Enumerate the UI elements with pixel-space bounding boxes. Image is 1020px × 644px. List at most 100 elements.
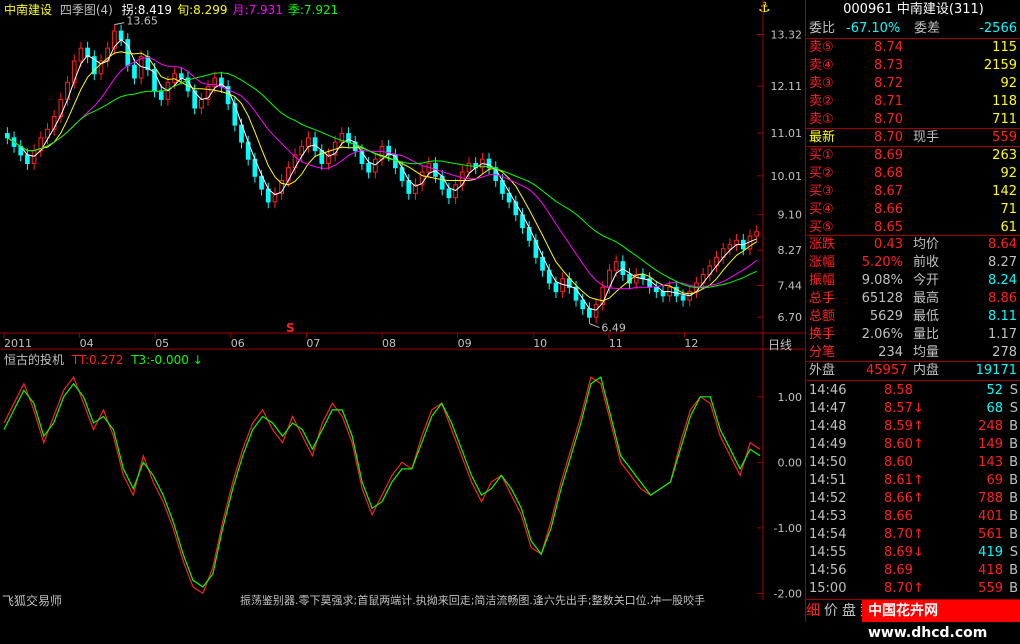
- latest-row: 最新 8.70 现手 559: [806, 129, 1020, 146]
- stat-label: 量比: [913, 327, 940, 342]
- watermark: 中国花卉网 www.dhcd.com: [862, 600, 1020, 641]
- stat-value: 8.27: [988, 255, 1017, 270]
- tick-time: 15:00: [809, 581, 847, 596]
- candle-body: [178, 73, 184, 79]
- tick-price: 8.60↑: [884, 437, 924, 452]
- candle-body: [727, 244, 733, 250]
- tick-side: B: [1009, 509, 1018, 524]
- buy-volume: 61: [1000, 220, 1017, 235]
- price-axis-label: 12.11: [771, 80, 803, 93]
- buy-row: 买① 8.69 263: [806, 147, 1020, 164]
- tick-row: 14:53 8.66 401 B: [806, 508, 1020, 526]
- sell-volume: 2159: [983, 58, 1017, 73]
- inner-label: 内盘: [913, 363, 940, 378]
- tick-time: 14:50: [809, 455, 847, 470]
- sell-row: 卖② 8.71 118: [806, 93, 1020, 110]
- s-marker: S: [286, 321, 295, 335]
- candle-body: [25, 154, 30, 164]
- sell-level-label: 卖③: [809, 76, 834, 91]
- tick-volume: 68: [986, 401, 1003, 416]
- buy-level-label: 买②: [809, 166, 834, 181]
- tick-price: 8.69↓: [884, 545, 924, 560]
- tick-price: 8.57↓: [884, 401, 924, 416]
- month-label: 07: [306, 337, 320, 350]
- inner-value: 19171: [975, 363, 1017, 378]
- ma-line-xun: [7, 51, 757, 302]
- ma-line-short: [7, 38, 757, 311]
- tick-volume: 559: [978, 581, 1003, 596]
- sell-level-label: 卖④: [809, 58, 834, 73]
- buy-row: 买④ 8.66 71: [806, 201, 1020, 218]
- candle-body: [172, 73, 177, 83]
- outer-inner-row: 外盘 45957 内盘 19171: [806, 362, 1020, 379]
- stat-label: 最高: [913, 291, 940, 306]
- tick-time: 14:49: [809, 437, 847, 452]
- chart-area[interactable]: 中南建设 四季图(4) 拐:8.419 旬:8.299 月:7.931 季:7.921…: [0, 0, 805, 622]
- buy-level-label: 买④: [809, 202, 834, 217]
- candle-body: [118, 30, 124, 41]
- stat-value: 65128: [861, 291, 903, 306]
- tick-volume: 248: [978, 419, 1003, 434]
- candle-body: [158, 90, 164, 100]
- high-annotation-line: [114, 22, 125, 26]
- stat-label: 均价: [913, 237, 940, 252]
- outer-label: 外盘: [809, 363, 836, 378]
- tick-volume: 143: [978, 455, 1003, 470]
- candle-body: [71, 60, 77, 83]
- stat-row: 换手 2.06% 量比 1.17: [806, 326, 1020, 343]
- price-axis-label: 8.27: [778, 244, 803, 257]
- tick-volume: 149: [978, 437, 1003, 452]
- stat-label: 振幅: [809, 273, 836, 288]
- candle-body: [265, 188, 271, 203]
- month-label: 04: [80, 337, 94, 350]
- price-axis-label: 10.01: [771, 170, 803, 183]
- sell-row: 卖④ 8.73 2159: [806, 57, 1020, 74]
- stat-label: 涨幅: [809, 255, 836, 270]
- stat-label: 最低: [913, 309, 940, 324]
- tick-time: 14:48: [809, 419, 847, 434]
- tick-side: S: [1009, 401, 1018, 416]
- candle-body: [653, 286, 659, 293]
- stat-value: 5629: [869, 309, 903, 324]
- price-axis-label: 9.10: [778, 209, 803, 222]
- low-annotation-line: [589, 323, 600, 329]
- tick-side: B: [1009, 419, 1018, 434]
- stat-label: 今开: [913, 273, 940, 288]
- sell-volume: 711: [992, 112, 1017, 127]
- price-axis-label: 6.70: [778, 311, 803, 324]
- buy-level-label: 买③: [809, 184, 834, 199]
- tab-2[interactable]: 盘: [842, 603, 856, 619]
- candle-body: [306, 137, 311, 147]
- ratio-label: 委比: [809, 21, 836, 36]
- stat-label: 前收: [913, 255, 940, 270]
- tick-price: 8.70↑: [884, 527, 924, 542]
- candle-body: [366, 162, 371, 173]
- tt-line: [3, 375, 761, 595]
- buy-row: 买③ 8.67 142: [806, 183, 1020, 200]
- latest-price: 8.70: [874, 130, 903, 145]
- period-daily-label[interactable]: 日线: [768, 336, 792, 353]
- high-annotation: 13.65: [126, 15, 157, 28]
- stat-label: 总手: [809, 291, 836, 306]
- tick-price: 8.58: [884, 383, 913, 398]
- tick-time: 14:47: [809, 401, 847, 416]
- sell-level-label: 卖①: [809, 112, 834, 127]
- buy-volume: 71: [1000, 202, 1017, 217]
- month-label: 2011: [4, 337, 32, 350]
- sell-level-label: 卖⑤: [809, 40, 834, 55]
- stat-value: 0.43: [874, 237, 903, 252]
- candle-body: [613, 261, 619, 271]
- buy-level-label: 买①: [809, 148, 834, 163]
- tab-0[interactable]: 细: [806, 603, 820, 619]
- buy-level-label: 买⑤: [809, 220, 834, 235]
- tab-1[interactable]: 价: [824, 603, 838, 619]
- latest-label: 最新: [809, 130, 836, 145]
- tick-time: 14:55: [809, 545, 847, 560]
- stat-value: 8.64: [988, 237, 1017, 252]
- candle-body: [593, 303, 599, 318]
- tick-row: 14:46 8.58 52 S: [806, 382, 1020, 400]
- tick-row: 14:55 8.69↓ 419 S: [806, 544, 1020, 562]
- stat-label: 分笔: [809, 345, 836, 360]
- quote-panel: 000961 中南建设(311) 委比 -67.10% 委差 -2566 卖⑤ 8…: [805, 0, 1020, 622]
- stat-value: 8.24: [988, 273, 1017, 288]
